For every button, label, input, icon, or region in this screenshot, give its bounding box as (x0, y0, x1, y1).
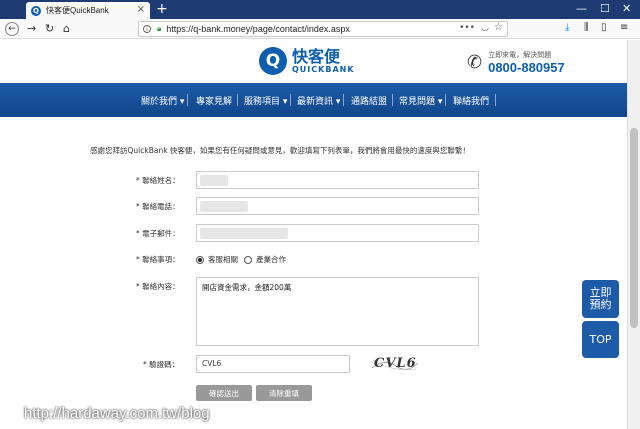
library-icon[interactable]: ⫼ (584, 22, 589, 33)
menu-divider (187, 94, 188, 106)
back-to-top-button[interactable]: TOP (582, 321, 619, 358)
topic-option-label: 客服相關 (208, 255, 238, 264)
phone-icon: ✆ (467, 52, 483, 73)
browser-titlebar: Q 快客便QuickBank × + — ☐ ✕ (0, 0, 640, 19)
menu-item-experts[interactable]: 專家見解 (196, 94, 232, 107)
browser-tab[interactable]: Q 快客便QuickBank × (26, 2, 150, 19)
topic-radio-service[interactable] (196, 255, 204, 264)
close-tab-icon[interactable]: × (137, 4, 145, 15)
topic-radio-partnership[interactable] (244, 255, 252, 264)
content-label: * 聯絡內容： (136, 282, 180, 291)
menu-item-about[interactable]: 關於我們 ▾ (141, 94, 184, 107)
hotline: ✆ 立即來電，解決問題 0800-880957 (467, 50, 565, 75)
web-page: Q 快客便 QUICKBANK ✆ 立即來電，解決問題 0800-880957 … (0, 40, 627, 429)
phone-label: * 聯絡電話： (136, 202, 180, 211)
menu-divider (445, 94, 446, 106)
logo-name-cn: 快客便 (292, 47, 341, 66)
info-icon[interactable]: i (143, 25, 151, 33)
topic-option-label: 產業合作 (256, 255, 286, 264)
captcha-image-text: CVL6 (374, 356, 417, 371)
menu-divider (495, 94, 496, 106)
redacted-value (200, 175, 228, 186)
captcha-input[interactable]: CVL6 (196, 355, 350, 373)
menu-item-contact[interactable]: 聯絡我們 (453, 94, 489, 107)
redacted-value (200, 228, 288, 239)
page-actions-icon[interactable]: ••• (459, 23, 475, 33)
reload-icon[interactable]: ↻ (45, 22, 54, 35)
name-label: * 聯絡姓名： (136, 176, 180, 185)
phone-field[interactable] (196, 197, 479, 215)
home-icon[interactable]: ⌂ (63, 22, 70, 35)
topic-radio-group: 客服相關 產業合作 (196, 254, 286, 265)
back-icon[interactable]: ← (5, 22, 19, 36)
url-text: https://q-bank.money/page/contact/index.… (166, 24, 350, 34)
logo-name-en: QUICKBANK (292, 65, 355, 74)
redacted-value (200, 201, 248, 212)
sidebar-icon[interactable]: ▯ (601, 22, 607, 33)
watermark: http://hardaway.com.tw/blog (24, 405, 210, 422)
menu-item-news[interactable]: 最新資訊 ▾ (297, 94, 340, 107)
tab-title: 快客便QuickBank (46, 6, 109, 15)
browser-navbar: ← → ↻ ⌂ i 🔒︎ https://q-bank.money/page/c… (0, 19, 640, 39)
captcha-label: * 驗證碼： (143, 360, 180, 369)
reserve-button[interactable]: 立即預約 (582, 280, 619, 318)
content-textarea[interactable]: 開店資金需求，金額200萬 (196, 277, 479, 346)
menu-item-channels[interactable]: 通路結盟 (351, 94, 387, 107)
menu-icon[interactable]: ≡ (620, 22, 628, 33)
pocket-icon[interactable]: ◡ (481, 23, 489, 33)
new-tab-icon[interactable]: + (156, 1, 168, 17)
menu-divider (343, 94, 344, 106)
page-scrollbar[interactable] (627, 40, 640, 429)
maximize-icon[interactable]: ☐ (600, 2, 610, 15)
form-intro: 感謝您拜訪QuickBank 快客便，如果您有任何疑問或意見，歡迎填寫下列表單，… (90, 146, 470, 155)
forward-icon[interactable]: → (27, 22, 36, 35)
email-field[interactable] (196, 224, 479, 242)
reset-button[interactable]: 清除重填 (256, 385, 312, 401)
menu-divider (237, 94, 238, 106)
name-field[interactable] (196, 171, 479, 189)
captcha-image[interactable]: CVL6 (370, 354, 420, 376)
menu-item-services[interactable]: 服務項目 ▾ (244, 94, 287, 107)
site-logo[interactable]: Q 快客便 QUICKBANK (259, 47, 355, 75)
url-bar[interactable]: i 🔒︎ https://q-bank.money/page/contact/i… (138, 21, 508, 37)
close-window-icon[interactable]: ✕ (622, 2, 631, 15)
bookmark-star-icon[interactable]: ☆ (494, 22, 503, 33)
menu-item-faq[interactable]: 常見問題 ▾ (399, 94, 442, 107)
minimize-icon[interactable]: — (576, 2, 587, 15)
menu-divider (290, 94, 291, 106)
submit-button[interactable]: 確認送出 (196, 385, 252, 401)
hotline-label: 立即來電，解決問題 (488, 51, 552, 59)
download-icon[interactable]: ⤓ (565, 22, 569, 33)
site-favicon-icon: Q (31, 5, 41, 16)
main-menu: 關於我們 ▾ 專家見解 服務項目 ▾ 最新資訊 ▾ 通路結盟 常見問題 ▾ 聯絡… (0, 83, 627, 117)
hotline-number[interactable]: 0800-880957 (488, 60, 565, 75)
lock-icon: 🔒︎ (157, 24, 162, 33)
scrollbar-thumb[interactable] (630, 128, 638, 328)
topic-label: * 聯絡事項： (136, 255, 180, 264)
logo-mark: Q (259, 47, 287, 75)
menu-divider (392, 94, 393, 106)
email-label: * 電子郵件： (136, 229, 180, 238)
